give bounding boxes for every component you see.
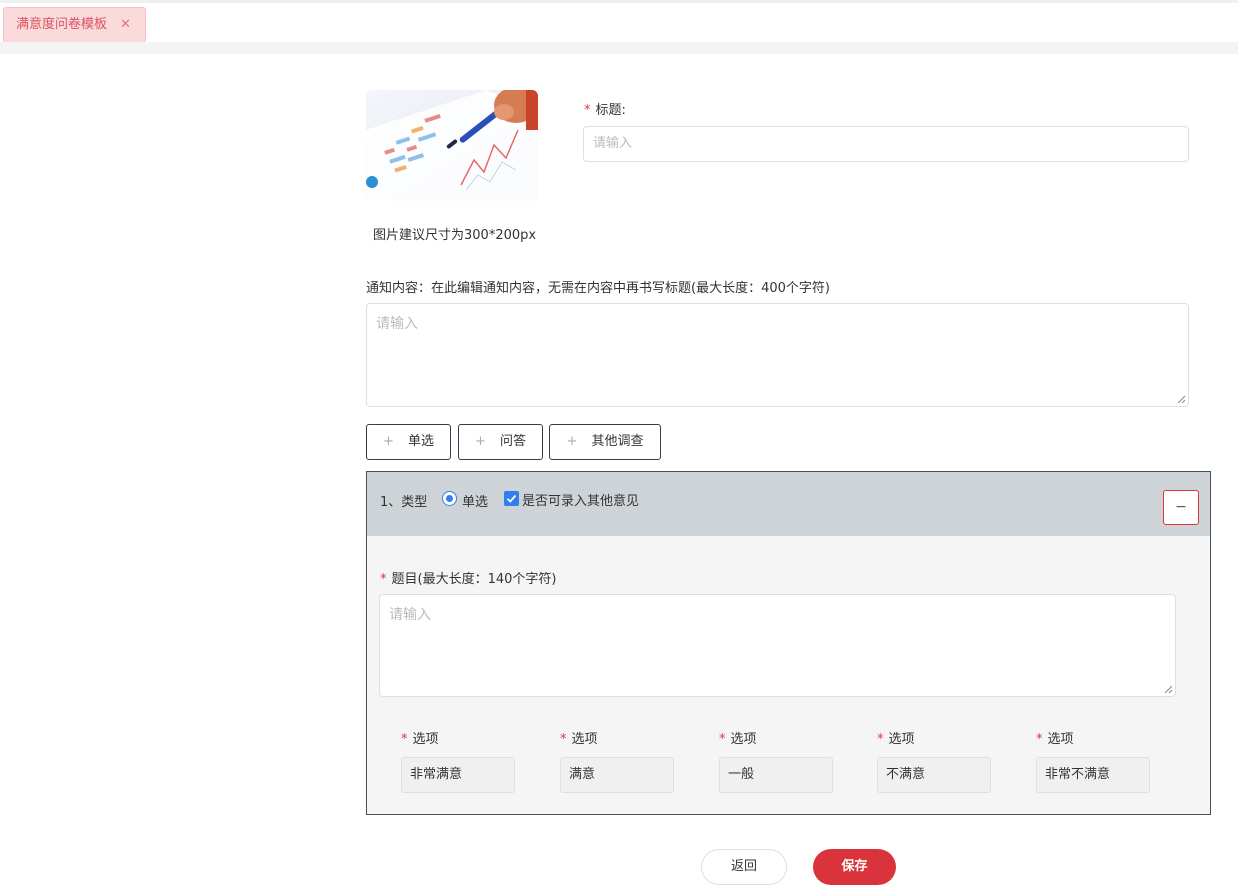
cover-size-hint: 图片建议尺寸为300*200px: [373, 228, 537, 243]
option-label: * 选项: [401, 732, 439, 747]
tab-divider: [0, 42, 1238, 54]
plus-icon: +: [383, 434, 394, 449]
question-card: 1、类型 单选 是否可录入其他意见 − * 题目(最大长度：140个字符) 请输入…: [366, 471, 1211, 815]
add-single-label: 单选: [407, 434, 434, 449]
notice-label: 通知内容：在此编辑通知内容，无需在内容中再书写标题(最大长度：400个字符): [366, 281, 830, 296]
option-label: * 选项: [877, 732, 915, 747]
remove-question-button[interactable]: −: [1163, 490, 1199, 525]
add-single-choice-button[interactable]: + 单选: [366, 424, 451, 460]
tab-bar: 满意度问卷模板 ✕: [0, 0, 1238, 43]
option-input[interactable]: 非常满意: [401, 757, 515, 793]
option-input[interactable]: 非常不满意: [1036, 757, 1150, 793]
option-input[interactable]: 不满意: [877, 757, 991, 793]
option-field: * 选项 一般: [719, 728, 833, 793]
plus-icon: +: [566, 434, 578, 449]
notice-placeholder: 请输入: [376, 316, 418, 332]
close-icon[interactable]: ✕: [120, 8, 131, 42]
option-label: * 选项: [719, 732, 757, 747]
allow-other-label: 是否可录入其他意见: [522, 494, 640, 509]
question-title-textarea[interactable]: 请输入: [379, 594, 1176, 697]
option-label: * 选项: [1036, 732, 1074, 747]
notice-textarea[interactable]: 请输入: [366, 303, 1189, 407]
allow-other-checkbox[interactable]: [504, 491, 519, 506]
add-other-survey-button[interactable]: + 其他调查: [549, 424, 661, 460]
title-label: * 标题:: [584, 99, 626, 118]
add-qa-label: 问答: [499, 434, 526, 449]
required-mark: *: [584, 103, 591, 118]
option-field: * 选项 非常满意: [401, 728, 515, 793]
required-mark: *: [380, 572, 387, 587]
back-button[interactable]: 返回: [701, 849, 787, 885]
question-title-placeholder: 请输入: [389, 607, 431, 623]
checkmark-icon: [506, 494, 517, 503]
resize-handle-icon[interactable]: [1164, 685, 1173, 694]
question-header: 1、类型 单选 是否可录入其他意见 −: [367, 472, 1210, 536]
add-qa-button[interactable]: + 问答: [458, 424, 543, 460]
option-input[interactable]: 一般: [719, 757, 833, 793]
add-other-label: 其他调查: [591, 434, 644, 449]
single-choice-radio[interactable]: [442, 491, 457, 506]
chart-photo-icon: [366, 90, 538, 201]
single-choice-radio-label: 单选: [462, 495, 489, 510]
option-label: * 选项: [560, 732, 598, 747]
title-input[interactable]: 请输入: [583, 126, 1189, 162]
question-title-label-text: 题目(最大长度：140个字符): [391, 572, 557, 587]
cover-image-upload[interactable]: [366, 90, 538, 201]
option-input[interactable]: 满意: [560, 757, 674, 793]
save-button[interactable]: 保存: [813, 849, 896, 885]
title-label-text: 标题:: [595, 103, 626, 118]
tab-survey-template[interactable]: 满意度问卷模板 ✕: [3, 7, 146, 43]
resize-handle-icon[interactable]: [1177, 395, 1186, 404]
option-field: * 选项 不满意: [877, 728, 991, 793]
plus-icon: +: [475, 434, 486, 449]
question-title-label: * 题目(最大长度：140个字符): [380, 568, 556, 587]
question-number-label: 1、类型: [380, 495, 428, 510]
option-field: * 选项 满意: [560, 728, 674, 793]
option-field: * 选项 非常不满意: [1036, 728, 1150, 793]
tab-label: 满意度问卷模板: [16, 17, 108, 32]
